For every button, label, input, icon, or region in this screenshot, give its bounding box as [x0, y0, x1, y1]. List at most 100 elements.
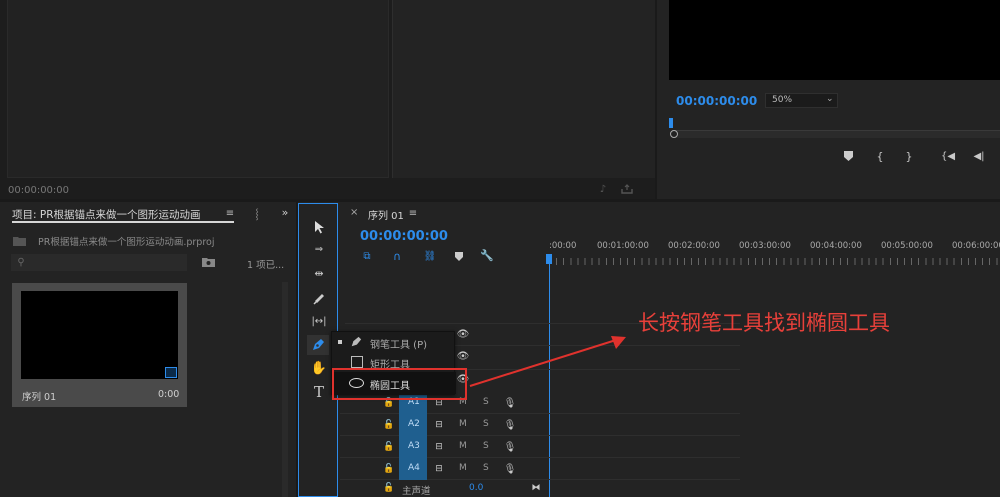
solo-button[interactable]: S	[483, 419, 489, 429]
slip-tool-icon[interactable]: |↔|	[308, 314, 330, 328]
selection-tool-icon[interactable]	[311, 219, 327, 235]
mark-out-icon[interactable]: }	[903, 149, 915, 163]
lock-icon[interactable]: 🔓	[383, 419, 394, 431]
project-file-name: PR根据锚点来做一个图形运动动画.prproj	[38, 237, 215, 248]
lock-icon[interactable]: 🔓	[383, 463, 394, 475]
selected-bullet-icon	[338, 340, 342, 344]
playhead-marker[interactable]	[669, 118, 673, 128]
timeline-tab-title[interactable]: 序列 01	[368, 207, 404, 222]
solo-button[interactable]: S	[483, 441, 489, 451]
timeline-add-marker-icon[interactable]	[452, 249, 466, 263]
ruler-label: 00:06:00:00	[952, 241, 1000, 251]
item-count: 1 项已...	[247, 260, 285, 271]
project-tab-underline	[12, 221, 234, 223]
ruler-label: 00:03:00:00	[739, 241, 791, 251]
timeline-timecode[interactable]: 00:00:00:00	[360, 229, 448, 244]
rectangle-icon	[351, 356, 363, 368]
scrub-bar[interactable]	[672, 130, 1000, 138]
solo-button[interactable]: S	[483, 397, 489, 407]
track-name: A3	[408, 441, 420, 451]
audio-mute-icon[interactable]: ♪	[596, 182, 610, 196]
microphone-icon[interactable]: 🎙	[504, 418, 517, 432]
add-marker-icon[interactable]	[842, 150, 854, 162]
mute-button[interactable]: M	[459, 463, 467, 473]
close-tab-icon[interactable]: ×	[350, 207, 358, 218]
linked-selection-icon[interactable]: ⛓	[423, 249, 437, 263]
timeline-settings-icon[interactable]: 🔧	[480, 248, 494, 262]
panel-menu-icon[interactable]: ≡	[225, 207, 235, 219]
program-timecode[interactable]: 00:00:00:00	[676, 94, 757, 108]
program-monitor-panel: 00:00:00:00 50% ⌄ { } {◀ ◀|	[657, 0, 1000, 200]
bin-folder-icon	[12, 235, 26, 247]
ruler-label: 00:01:00:00	[597, 241, 649, 251]
track-select-tool-icon[interactable]: ⇒	[310, 242, 328, 256]
search-input[interactable]	[11, 254, 187, 271]
zoom-select[interactable]: 50% ⌄	[765, 93, 838, 108]
solo-button[interactable]: S	[483, 463, 489, 473]
ruler-ticks	[549, 258, 1000, 265]
master-label: 主声道	[402, 486, 431, 497]
type-tool-icon[interactable]: T	[310, 383, 328, 401]
microphone-icon[interactable]: 🎙	[504, 440, 517, 454]
export-frame-icon[interactable]	[620, 182, 634, 196]
master-volume[interactable]: 0.0	[469, 483, 483, 493]
pen-tool-icon	[310, 337, 326, 353]
source-side-area	[392, 0, 655, 178]
highlight-box	[332, 368, 467, 400]
more-panels-icon[interactable]: »	[279, 206, 291, 219]
razor-tool-icon[interactable]	[311, 290, 327, 306]
sync-lock-icon[interactable]: ⊟	[433, 419, 445, 431]
microphone-icon[interactable]: 🎙	[504, 396, 517, 410]
chevron-down-icon: ⌄	[826, 94, 834, 104]
lock-icon[interactable]: 🔓	[383, 441, 394, 453]
audio-track-row: 🔓 A4 ⊟ M S 🎙	[340, 458, 740, 480]
pen-icon	[349, 335, 363, 349]
search-icon: ⚲	[17, 256, 25, 268]
annotation-arrow	[466, 330, 631, 390]
time-ruler[interactable]: :00:00 00:01:00:00 00:02:00:00 00:03:00:…	[549, 237, 1000, 267]
sequence-badge-icon	[165, 367, 177, 378]
source-timecode[interactable]: 00:00:00:00	[8, 185, 69, 196]
project-panel: 项目: PR根据锚点来做一个图形运动动画 ≡ ⸾ » PR根据锚点来做一个图形运…	[0, 202, 296, 497]
step-back-icon[interactable]: ◀|	[971, 149, 987, 163]
ruler-label: :00:00	[549, 241, 577, 251]
pen-tool-button[interactable]	[307, 335, 329, 355]
zoom-value: 50%	[772, 95, 793, 105]
sync-lock-icon[interactable]: ⊟	[433, 441, 445, 453]
ruler-label: 00:02:00:00	[668, 241, 720, 251]
nest-toggle-icon[interactable]: ⧉	[360, 249, 374, 263]
sync-lock-icon[interactable]: ⊟	[433, 463, 445, 475]
source-monitor-viewport	[7, 0, 389, 178]
project-tab-title[interactable]: 项目: PR根据锚点来做一个图形运动动画	[12, 207, 201, 222]
menu-item-pen[interactable]: 钢笔工具 (P)	[332, 332, 456, 352]
hand-tool-icon[interactable]: ✋	[310, 360, 328, 376]
new-search-bin-icon[interactable]	[201, 256, 215, 268]
audio-track-row: 🔓 A2 ⊟ M S 🎙	[340, 414, 740, 436]
mute-button[interactable]: M	[459, 441, 467, 451]
clip-thumbnail	[21, 291, 178, 379]
master-track-row: 🔓 主声道 0.0 ⧓	[340, 480, 740, 497]
top-divider[interactable]	[655, 0, 657, 200]
go-to-end-icon[interactable]: ⧓	[529, 482, 543, 494]
mute-button[interactable]: M	[459, 419, 467, 429]
clip-name: 序列 01	[22, 392, 57, 403]
microphone-icon[interactable]: 🎙	[504, 462, 517, 476]
snap-icon[interactable]: ∩	[390, 249, 404, 263]
program-video-viewport	[669, 0, 1000, 80]
lock-icon[interactable]: 🔓	[383, 482, 394, 494]
menu-item-label: 钢笔工具 (P)	[370, 340, 428, 351]
go-to-in-icon[interactable]: {◀	[940, 149, 956, 163]
scrub-handle[interactable]	[670, 130, 678, 138]
timeline-menu-icon[interactable]: ≡	[408, 207, 418, 219]
track-name: A4	[408, 463, 420, 473]
ruler-label: 00:05:00:00	[881, 241, 933, 251]
source-monitor-panel: 00:00:00:00 ♪	[0, 0, 655, 200]
media-browser-tab-icon[interactable]: ⸾	[253, 207, 261, 220]
clip-duration: 0:00	[158, 389, 180, 400]
track-name: A2	[408, 419, 420, 429]
clip-thumbnail-card[interactable]: 序列 01 0:00	[12, 283, 187, 407]
ripple-edit-tool-icon[interactable]: ⇹	[310, 266, 328, 280]
mark-in-icon[interactable]: {	[874, 149, 886, 163]
project-scrollbar[interactable]	[282, 282, 288, 497]
ruler-label: 00:04:00:00	[810, 241, 862, 251]
